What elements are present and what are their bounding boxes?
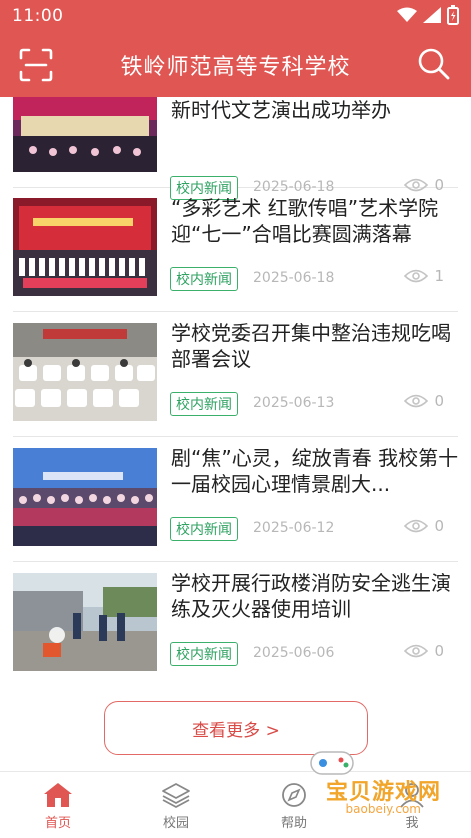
tab-home[interactable]: 首页 <box>23 782 93 831</box>
news-item[interactable]: “多彩艺术 红歌传唱”艺术学院迎“七一”合唱比赛圆满落幕 校内新闻 2025-0… <box>13 187 458 312</box>
tab-label: 首页 <box>44 816 71 831</box>
news-item[interactable]: 剧“焦”心灵，绽放青春 我校第十一届校园心理情景剧大... 校内新闻 2025-… <box>13 437 458 562</box>
view-count: 1 <box>434 267 444 285</box>
news-category-tag: 校内新闻 <box>170 392 238 416</box>
page-title: 铁岭师范高等专科学校 <box>120 55 351 80</box>
news-item[interactable]: 新时代文艺演出成功举办 校内新闻 2025-06-18 0 <box>13 97 458 200</box>
status-bar: 11:00 <box>0 0 471 33</box>
news-thumbnail <box>13 448 157 546</box>
view-count: 0 <box>434 517 444 535</box>
news-category-tag: 校内新闻 <box>170 517 238 541</box>
home-icon <box>44 783 72 807</box>
status-time: 11:00 <box>12 6 64 26</box>
news-thumbnail <box>13 198 157 296</box>
status-icons <box>397 5 459 25</box>
news-date: 2025-06-13 <box>253 395 335 411</box>
wifi-icon <box>397 7 417 22</box>
eye-icon <box>404 269 429 283</box>
news-views: 0 <box>404 642 444 660</box>
news-views: 1 <box>404 267 444 285</box>
news-thumbnail <box>13 323 157 421</box>
news-headline: 新时代文艺演出成功举办 <box>171 98 391 122</box>
eye-icon <box>404 519 429 533</box>
news-item[interactable]: 学校开展行政楼消防安全逃生演练及灭火器使用培训 校内新闻 2025-06-06 … <box>13 562 458 672</box>
news-item[interactable]: 学校党委召开集中整治违规吃喝部署会议 校内新闻 2025-06-13 0 <box>13 312 458 437</box>
search-icon[interactable] <box>417 47 451 81</box>
news-category-tag: 校内新闻 <box>170 267 238 291</box>
eye-icon <box>404 394 429 408</box>
news-date: 2025-06-18 <box>253 270 335 286</box>
news-headline: 剧“焦”心灵，绽放青春 我校第十一届校园心理情景剧大... <box>171 446 459 496</box>
layers-icon <box>162 783 190 808</box>
site-watermark: 宝贝游戏网 baobeiy.com <box>291 744 451 824</box>
eye-icon <box>404 644 429 658</box>
signal-icon <box>423 7 441 23</box>
tab-campus[interactable]: 校园 <box>141 782 211 831</box>
news-views: 0 <box>404 517 444 535</box>
news-headline: 学校开展行政楼消防安全逃生演练及灭火器使用培训 <box>171 571 451 621</box>
news-date: 2025-06-06 <box>253 645 335 661</box>
news-date: 2025-06-12 <box>253 520 335 536</box>
news-views: 0 <box>404 392 444 410</box>
news-category-tag: 校内新闻 <box>170 642 238 666</box>
view-count: 0 <box>434 392 444 410</box>
gamepad-icon <box>310 751 354 775</box>
view-count: 0 <box>434 642 444 660</box>
tab-label: 校园 <box>162 816 189 831</box>
news-thumbnail <box>13 573 157 671</box>
news-thumbnail <box>13 97 157 172</box>
battery-icon <box>447 5 459 25</box>
news-list: 新时代文艺演出成功举办 校内新闻 2025-06-18 0 “多彩艺术 红歌传唱… <box>0 97 471 672</box>
watermark-url: baobeiy.com <box>345 802 421 816</box>
app-bar: 铁岭师范高等专科学校 <box>0 33 471 97</box>
news-headline: 学校党委召开集中整治违规吃喝部署会议 <box>171 321 451 371</box>
news-headline: “多彩艺术 红歌传唱”艺术学院迎“七一”合唱比赛圆满落幕 <box>171 196 439 246</box>
